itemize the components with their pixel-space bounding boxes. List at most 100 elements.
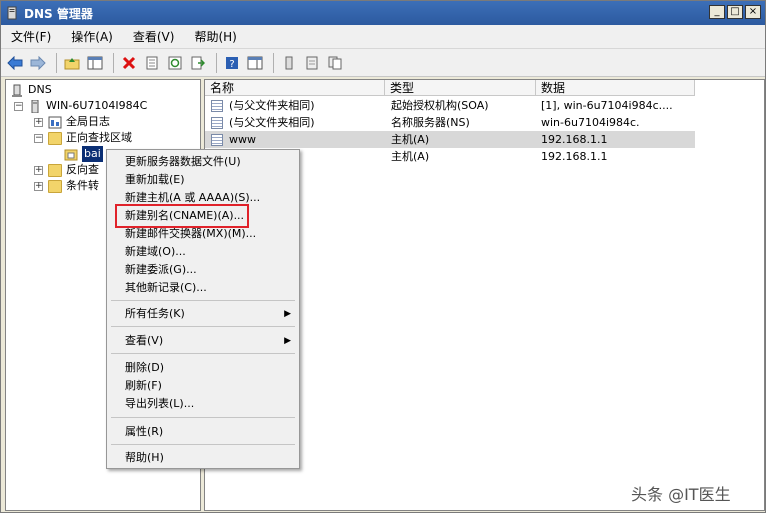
watermark-text: 头条 @IT医生 xyxy=(631,485,731,504)
record-data: [1], win-6u7104i984c.... xyxy=(541,99,673,112)
event-log-icon xyxy=(48,116,62,128)
close-button[interactable]: × xyxy=(745,5,761,19)
arrow-left-icon xyxy=(7,55,23,70)
refresh-button[interactable] xyxy=(165,53,185,73)
menu-help[interactable]: 帮助(H) xyxy=(125,449,295,467)
record-data: 192.168.1.1 xyxy=(541,133,608,146)
record-type: 主机(A) xyxy=(391,133,430,146)
record-type: 起始授权机构(SOA) xyxy=(391,99,489,112)
menu-view[interactable]: 查看(V) xyxy=(123,27,185,47)
help-icon: ? xyxy=(226,56,238,70)
help-button[interactable]: ? xyxy=(222,53,242,73)
up-level-button[interactable] xyxy=(62,53,82,73)
menu-separator xyxy=(111,300,295,301)
dns-manager-window: DNS 管理器 _ □ × 文件(F) 操作(A) 查看(V) 帮助(H) ? … xyxy=(0,0,766,513)
menu-view[interactable]: 查看(V) ▶ xyxy=(125,332,295,350)
submenu-arrow-icon: ▶ xyxy=(284,309,291,319)
dns-root-icon xyxy=(12,84,22,97)
column-header-type[interactable]: 类型 xyxy=(385,80,536,96)
menu-separator xyxy=(111,353,295,354)
window-title: DNS 管理器 xyxy=(24,6,93,21)
context-menu: 更新服务器数据文件(U) 重新加载(E) 新建主机(A 或 AAAA)(S)..… xyxy=(106,149,300,469)
menu-new-alias-cname[interactable]: 新建别名(CNAME)(A)... xyxy=(125,207,295,225)
record-icon xyxy=(211,117,223,129)
tree-node-dns[interactable]: DNS xyxy=(10,82,52,98)
console-tree-icon xyxy=(87,56,103,69)
menu-action[interactable]: 操作(A) xyxy=(61,27,123,47)
tree-label-server: WIN-6U7104I984C xyxy=(46,99,148,112)
maximize-button[interactable]: □ xyxy=(727,5,743,19)
minimize-button[interactable]: _ xyxy=(709,5,725,19)
tree-node-global-logs[interactable]: + 全局日志 xyxy=(34,114,110,130)
tree-node-forward-zones[interactable]: − 正向查找区域 xyxy=(34,130,132,146)
record-type: 名称服务器(NS) xyxy=(391,116,470,129)
tree-node-zone-bai[interactable]: bai xyxy=(64,146,103,162)
record-row-selected[interactable]: www 主机(A) 192.168.1.1 xyxy=(205,131,695,148)
properties-icon xyxy=(146,56,158,69)
title-bar[interactable]: DNS 管理器 _ □ × xyxy=(1,1,765,25)
menu-new-host[interactable]: 新建主机(A 或 AAAA)(S)... xyxy=(125,189,295,207)
arrow-right-icon xyxy=(30,55,46,70)
copy-records-icon xyxy=(328,56,342,69)
menu-help[interactable]: 帮助(H) xyxy=(184,27,246,47)
tree-label-global-logs: 全局日志 xyxy=(66,115,110,128)
column-header-name[interactable]: 名称 xyxy=(205,80,385,96)
menu-all-tasks-label: 所有任务(K) xyxy=(125,307,185,320)
record-name: (与父文件夹相同) xyxy=(229,116,315,129)
delete-x-icon xyxy=(122,56,136,69)
menu-file[interactable]: 文件(F) xyxy=(1,27,61,47)
menu-new-domain[interactable]: 新建域(O)... xyxy=(125,243,295,261)
properties-button[interactable] xyxy=(142,53,162,73)
column-header-data[interactable]: 数据 xyxy=(536,80,695,96)
menu-update-server-data-file[interactable]: 更新服务器数据文件(U) xyxy=(125,153,295,171)
folder-icon xyxy=(48,179,62,193)
menu-refresh[interactable]: 刷新(F) xyxy=(125,377,295,395)
server-icon xyxy=(31,99,39,113)
menu-new-mail-exchanger[interactable]: 新建邮件交换器(MX)(M)... xyxy=(125,225,295,243)
tree-label-conditional: 条件转 xyxy=(66,179,99,192)
tree-node-server[interactable]: − WIN-6U7104I984C xyxy=(14,98,147,114)
menu-other-new-records[interactable]: 其他新记录(C)... xyxy=(125,279,295,297)
menu-separator xyxy=(111,326,295,327)
expand-toggle[interactable]: + xyxy=(34,117,43,127)
record-icon xyxy=(211,134,223,146)
menu-new-delegation[interactable]: 新建委派(G)... xyxy=(125,261,295,279)
server-tool-button-3[interactable] xyxy=(325,53,345,73)
tree-label-zone: bai xyxy=(82,146,103,162)
toolbar-separator xyxy=(216,52,217,73)
back-button[interactable] xyxy=(5,53,25,73)
tree-label-forward-zones: 正向查找区域 xyxy=(66,131,132,144)
menu-separator xyxy=(111,417,295,418)
menu-all-tasks[interactable]: 所有任务(K) ▶ xyxy=(125,305,295,323)
menu-reload[interactable]: 重新加载(E) xyxy=(125,171,295,189)
menu-separator xyxy=(111,444,295,445)
forward-button[interactable] xyxy=(28,53,48,73)
export-list-icon xyxy=(191,56,205,69)
menu-export-list[interactable]: 导出列表(L)... xyxy=(125,395,295,413)
delete-button[interactable] xyxy=(119,53,139,73)
expand-toggle[interactable]: + xyxy=(34,165,43,175)
export-button[interactable] xyxy=(188,53,208,73)
server-tool-button-2[interactable] xyxy=(302,53,322,73)
record-data: 192.168.1.1 xyxy=(541,150,608,163)
record-type: 主机(A) xyxy=(391,150,430,163)
tree-node-conditional-forwarders[interactable]: + 条件转 xyxy=(34,178,99,194)
show-tree-button[interactable] xyxy=(85,53,105,73)
submenu-arrow-icon: ▶ xyxy=(284,336,291,346)
svg-text:?: ? xyxy=(229,59,234,70)
tree-label-dns: DNS xyxy=(28,83,52,96)
server-icon xyxy=(285,56,293,69)
menu-properties[interactable]: 属性(R) xyxy=(125,423,295,441)
action-pane-icon xyxy=(247,56,263,69)
record-name: (与父文件夹相同) xyxy=(229,99,315,112)
tree-node-reverse-zones[interactable]: + 反向查 xyxy=(34,162,99,178)
menu-delete[interactable]: 删除(D) xyxy=(125,359,295,377)
server-tool-button-1[interactable] xyxy=(279,53,299,73)
collapse-toggle[interactable]: − xyxy=(14,101,23,111)
expand-toggle[interactable]: + xyxy=(34,181,43,191)
record-row[interactable]: (与父文件夹相同) 名称服务器(NS) win-6u7104i984c. xyxy=(205,114,695,131)
show-action-pane-button[interactable] xyxy=(245,53,265,73)
record-name: www xyxy=(229,133,256,146)
collapse-toggle[interactable]: − xyxy=(34,133,43,143)
record-row[interactable]: (与父文件夹相同) 起始授权机构(SOA) [1], win-6u7104i98… xyxy=(205,97,695,114)
